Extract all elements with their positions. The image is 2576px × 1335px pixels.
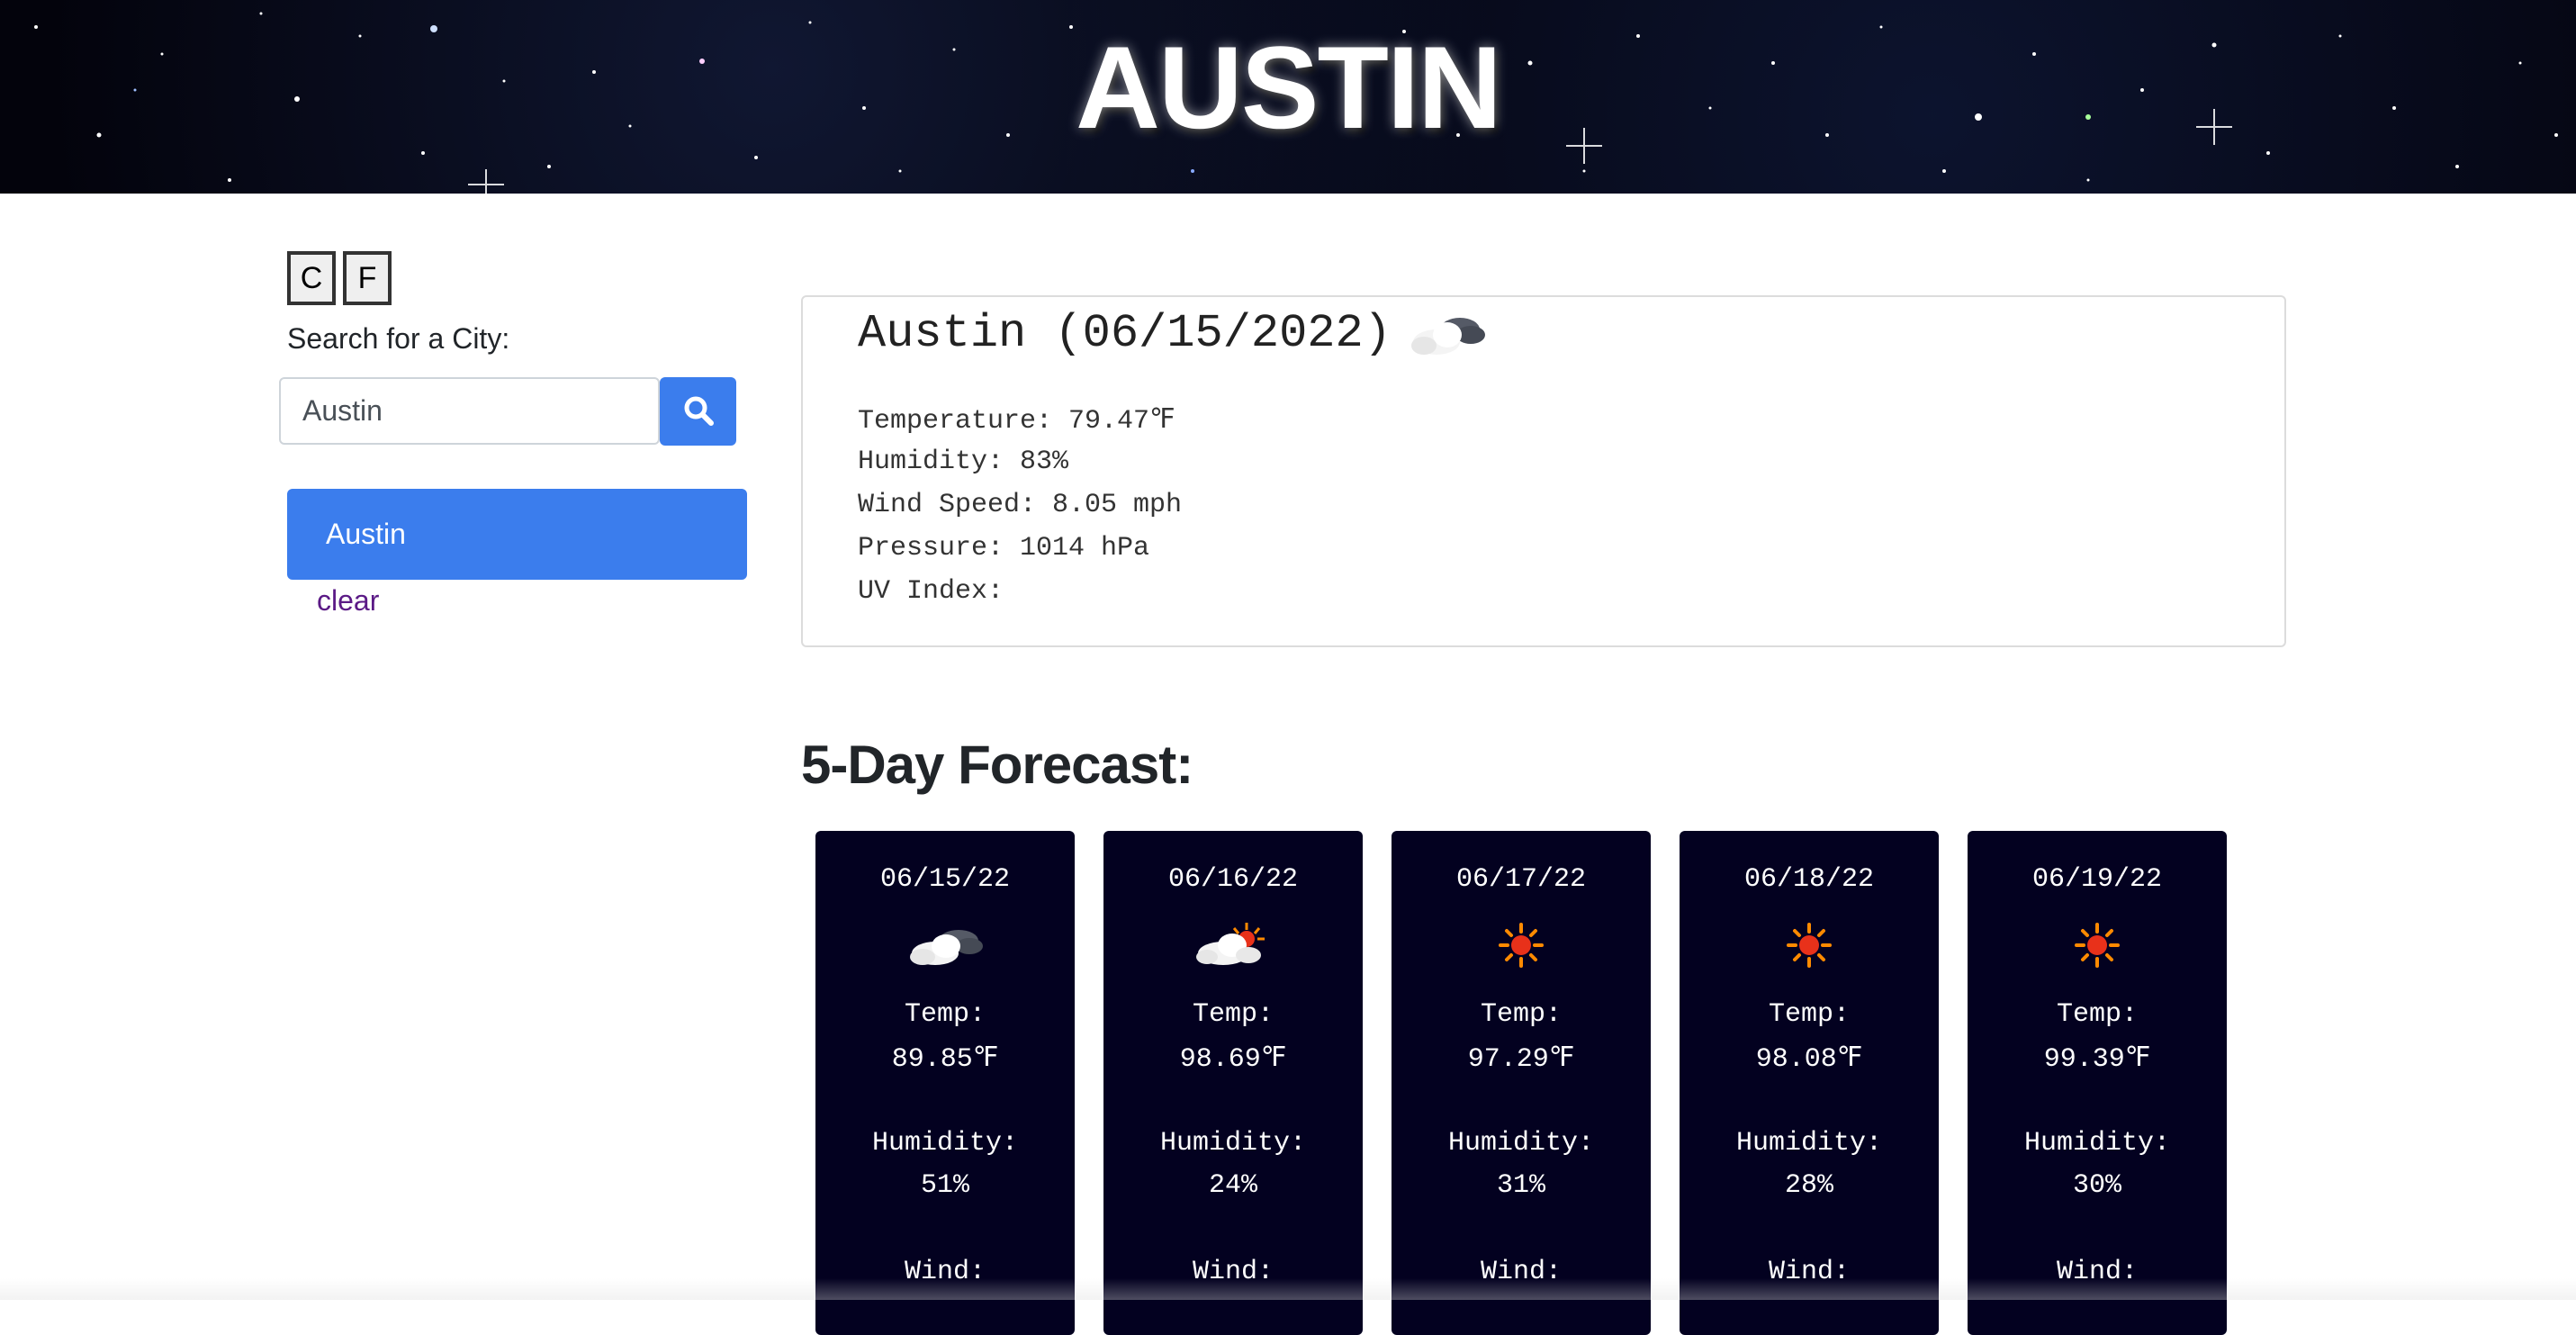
- sun-icon: [1680, 921, 1939, 975]
- forecast-wind-label: Wind:: [2056, 1257, 2138, 1287]
- search-button[interactable]: [660, 377, 736, 446]
- forecast-card: 06/18/22 Temp: 98.08℉ Humidity: 28% Wind…: [1680, 831, 1939, 1335]
- forecast-humidity: 30%: [2072, 1170, 2121, 1201]
- forecast-temp-label: Temp:: [1768, 999, 1850, 1030]
- forecast-humidity-label: Humidity:: [1735, 1128, 1883, 1159]
- forecast-temp: 99.39℉: [2043, 1044, 2151, 1075]
- forecast-temp: 98.69℉: [1179, 1044, 1287, 1075]
- forecast-wind-label: Wind:: [1768, 1257, 1850, 1287]
- forecast-wind-label: Wind:: [1192, 1257, 1274, 1287]
- partly-cloudy-icon: [1408, 306, 1487, 360]
- current-wind-speed: Wind Speed: 8.05 mph: [858, 490, 1183, 520]
- forecast-temp: 97.29℉: [1467, 1044, 1575, 1075]
- forecast-date: 06/18/22: [1743, 864, 1875, 895]
- sun-behind-cloud-icon: [1103, 921, 1363, 975]
- current-pressure: Pressure: 1014 hPa: [858, 533, 1150, 564]
- current-city-date: Austin (06/15/2022): [858, 306, 1392, 360]
- sun-icon: [1392, 921, 1651, 975]
- current-humidity: Humidity: 83%: [858, 447, 1069, 477]
- current-temperature: Temperature: 79.47℉: [858, 406, 1175, 437]
- current-weather-card: Austin (06/15/2022) Temperature: 79.47℉ …: [801, 295, 2286, 647]
- forecast-humidity: 51%: [920, 1170, 969, 1201]
- page-title: AUSTIN: [1076, 22, 1502, 153]
- forecast-humidity: 31%: [1496, 1170, 1545, 1201]
- history-item[interactable]: Austin: [287, 489, 747, 580]
- forecast-date: 06/17/22: [1455, 864, 1587, 895]
- clear-link[interactable]: clear: [317, 584, 379, 618]
- forecast-card: 06/19/22 Temp: 99.39℉ Humidity: 30% Wind…: [1968, 831, 2227, 1335]
- forecast-humidity-label: Humidity:: [1447, 1128, 1595, 1159]
- forecast-humidity: 24%: [1208, 1170, 1257, 1201]
- history-item-label: Austin: [326, 518, 406, 550]
- forecast-heading: 5-Day Forecast:: [801, 735, 1193, 795]
- forecast-humidity-label: Humidity:: [871, 1128, 1019, 1159]
- current-weather-title: Austin (06/15/2022): [858, 306, 1487, 360]
- forecast-date: 06/15/22: [879, 864, 1011, 895]
- forecast-temp: 89.85℉: [891, 1044, 999, 1075]
- search-icon: [683, 395, 714, 428]
- sun-icon: [1968, 921, 2227, 975]
- forecast-card: 06/15/22 Temp: 89.85℉ Humidity: 51% Wind…: [815, 831, 1075, 1335]
- search-label: Search for a City:: [287, 322, 510, 355]
- forecast-temp-label: Temp:: [2056, 999, 2138, 1030]
- forecast-temp-label: Temp:: [1480, 999, 1562, 1030]
- forecast-card: 06/16/22 Temp: 98.69℉ Humidity: 24% Wind…: [1103, 831, 1363, 1335]
- fahrenheit-button[interactable]: F: [343, 251, 392, 305]
- forecast-wind-label: Wind:: [904, 1257, 986, 1287]
- forecast-temp: 98.08℉: [1755, 1044, 1863, 1075]
- forecast-date: 06/19/22: [2031, 864, 2163, 895]
- forecast-humidity-label: Humidity:: [2023, 1128, 2171, 1159]
- forecast-wind-label: Wind:: [1480, 1257, 1562, 1287]
- forecast-card: 06/17/22 Temp: 97.29℉ Humidity: 31% Wind…: [1392, 831, 1651, 1335]
- current-uv-index: UV Index:: [858, 576, 1004, 607]
- celsius-button[interactable]: C: [287, 251, 336, 305]
- forecast-date: 06/16/22: [1167, 864, 1299, 895]
- header-banner: AUSTIN: [0, 0, 2576, 194]
- forecast-temp-label: Temp:: [904, 999, 986, 1030]
- forecast-humidity-label: Humidity:: [1159, 1128, 1307, 1159]
- search-input[interactable]: [279, 377, 660, 445]
- forecast-humidity: 28%: [1784, 1170, 1833, 1201]
- cloud-icon: [815, 921, 1075, 975]
- forecast-temp-label: Temp:: [1192, 999, 1274, 1030]
